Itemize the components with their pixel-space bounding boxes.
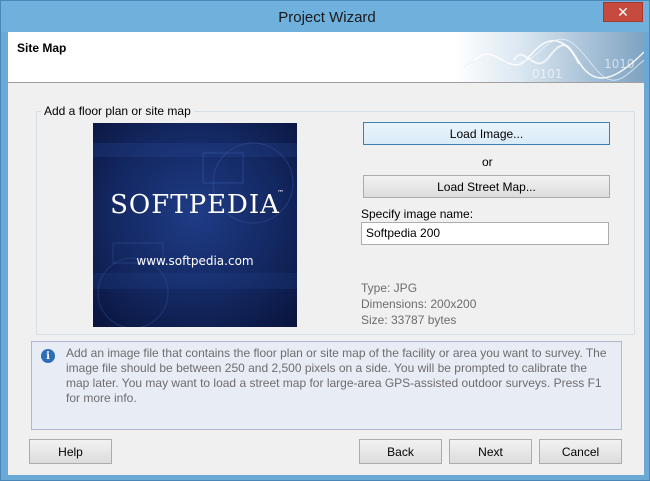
group-legend: Add a floor plan or site map: [41, 104, 194, 118]
image-dimensions-text: Dimensions: 200x200: [361, 297, 477, 311]
wizard-header: Site Map 0101 1010: [8, 32, 644, 83]
close-button[interactable]: ✕: [603, 2, 643, 22]
title-bar[interactable]: Project Wizard ✕: [1, 1, 649, 32]
info-icon: i: [41, 349, 55, 363]
window-title: Project Wizard: [278, 8, 376, 26]
close-icon: ✕: [617, 4, 629, 20]
help-button[interactable]: Help: [29, 439, 112, 464]
header-art-digits-2: 1010: [604, 57, 635, 71]
image-size-text: Size: 33787 bytes: [361, 313, 457, 327]
or-label: or: [482, 155, 493, 169]
header-art-digits-1: 0101: [532, 67, 563, 81]
image-type-text: Type: JPG: [361, 281, 418, 295]
image-name-input[interactable]: Softpedia 200: [361, 222, 609, 245]
load-image-button[interactable]: Load Image...: [363, 122, 610, 145]
page-title: Site Map: [17, 41, 67, 55]
image-name-label: Specify image name:: [361, 207, 474, 221]
softpedia-logo-image: SOFTPEDIA ™ www.softpedia.com: [93, 123, 297, 327]
back-button[interactable]: Back: [359, 439, 442, 464]
load-street-map-button[interactable]: Load Street Map...: [363, 175, 610, 198]
map-preview-image: SOFTPEDIA ™ www.softpedia.com: [93, 123, 297, 327]
brand-logo-text: SOFTPEDIA: [110, 190, 280, 220]
next-button[interactable]: Next: [449, 439, 532, 464]
wizard-body: Site Map 0101 1010 Add a floor plan or s: [8, 32, 644, 475]
header-wave-graphic: 0101 1010: [454, 32, 644, 82]
info-panel: i Add an image file that contains the fl…: [31, 341, 622, 430]
trademark-mark: ™: [277, 189, 284, 197]
brand-url-text: www.softpedia.com: [136, 254, 253, 268]
info-text: Add an image file that contains the floo…: [66, 346, 607, 405]
project-wizard-window: Project Wizard ✕ Site Map 0101 1010 Add …: [0, 0, 650, 481]
cancel-button[interactable]: Cancel: [539, 439, 622, 464]
